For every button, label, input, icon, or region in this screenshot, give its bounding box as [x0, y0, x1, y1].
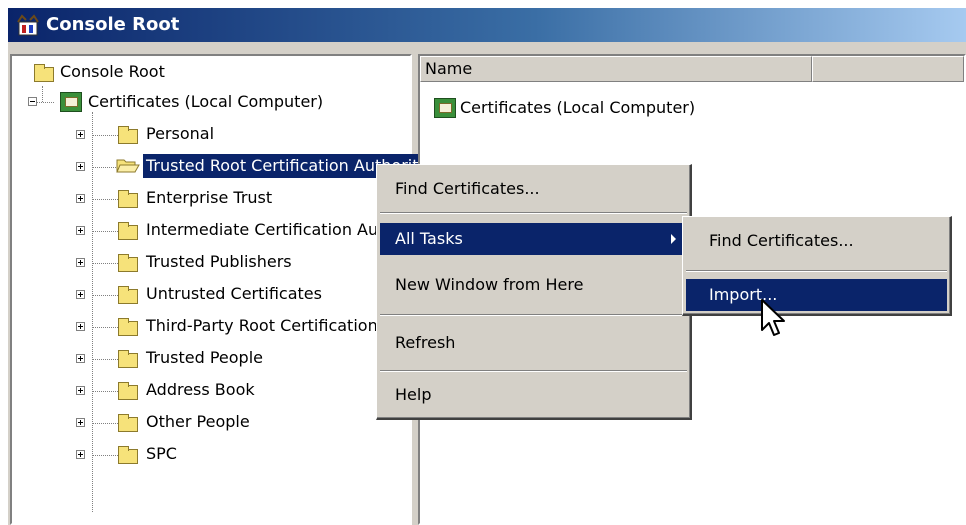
folder-icon — [118, 254, 138, 272]
expand-icon[interactable] — [76, 290, 85, 299]
folder-icon — [118, 222, 138, 240]
context-menu: Find Certificates... All Tasks New Windo… — [376, 164, 692, 420]
folder-icon — [118, 414, 138, 432]
menu-item-all-tasks[interactable]: All Tasks — [380, 223, 687, 255]
tree-item-untrusted[interactable]: Untrusted Certificates — [146, 282, 322, 306]
expand-icon[interactable] — [76, 194, 85, 203]
folder-icon — [34, 64, 54, 82]
tree-item-other-people[interactable]: Other People — [146, 410, 250, 434]
menu-separator — [686, 270, 947, 272]
tree-item-console-root[interactable]: Console Root — [60, 60, 165, 84]
folder-icon — [118, 350, 138, 368]
folder-icon — [118, 190, 138, 208]
console-tree-pane[interactable]: Console Root Certificates (Local Compute… — [10, 54, 470, 525]
all-tasks-submenu: Find Certificates... Import... — [682, 216, 952, 316]
console-icon — [17, 14, 39, 36]
expand-icon[interactable] — [76, 226, 85, 235]
title-bar[interactable]: Console Root — [8, 8, 966, 42]
submenu-item-find-certificates[interactable]: Find Certificates... — [686, 225, 947, 257]
expand-icon[interactable] — [76, 322, 85, 331]
expand-icon[interactable] — [76, 386, 85, 395]
menu-separator — [380, 212, 687, 214]
expand-icon[interactable] — [76, 258, 85, 267]
folder-icon — [118, 286, 138, 304]
submenu-item-import[interactable]: Import... — [686, 279, 947, 311]
menu-item-find-certificates[interactable]: Find Certificates... — [380, 173, 687, 205]
collapse-icon[interactable] — [28, 97, 37, 106]
tree-item-certificates-local[interactable]: Certificates (Local Computer) — [88, 90, 323, 114]
tree-item-trusted-publishers[interactable]: Trusted Publishers — [146, 250, 292, 274]
tree-item-personal[interactable]: Personal — [146, 122, 214, 146]
menu-separator — [380, 314, 687, 316]
column-header-2[interactable] — [812, 56, 964, 82]
folder-icon — [118, 446, 138, 464]
certificate-store-icon — [60, 92, 82, 112]
tree-item-enterprise-trust[interactable]: Enterprise Trust — [146, 186, 272, 210]
expand-icon[interactable] — [76, 162, 85, 171]
menu-item-help[interactable]: Help — [380, 379, 687, 411]
list-item-certificates[interactable]: Certificates (Local Computer) — [460, 96, 695, 120]
mouse-cursor-icon — [761, 299, 785, 336]
expand-icon[interactable] — [76, 450, 85, 459]
submenu-arrow-icon — [671, 234, 676, 244]
column-header-name[interactable]: Name — [420, 56, 812, 82]
menu-separator — [380, 370, 687, 372]
folder-icon — [118, 318, 138, 336]
tree-item-address-book[interactable]: Address Book — [146, 378, 255, 402]
expand-icon[interactable] — [76, 130, 85, 139]
mmc-window: Console Root Console Root Certificates (… — [8, 8, 966, 525]
window-title: Console Root — [46, 14, 180, 35]
certificate-store-icon — [434, 98, 456, 118]
open-folder-icon — [116, 159, 140, 173]
tree-item-spc[interactable]: SPC — [146, 442, 177, 466]
folder-icon — [118, 382, 138, 400]
folder-icon — [118, 126, 138, 144]
tree-item-trusted-people[interactable]: Trusted People — [146, 346, 263, 370]
menu-item-refresh[interactable]: Refresh — [380, 327, 687, 359]
expand-icon[interactable] — [76, 418, 85, 427]
expand-icon[interactable] — [76, 354, 85, 363]
menu-item-new-window[interactable]: New Window from Here — [380, 269, 687, 301]
